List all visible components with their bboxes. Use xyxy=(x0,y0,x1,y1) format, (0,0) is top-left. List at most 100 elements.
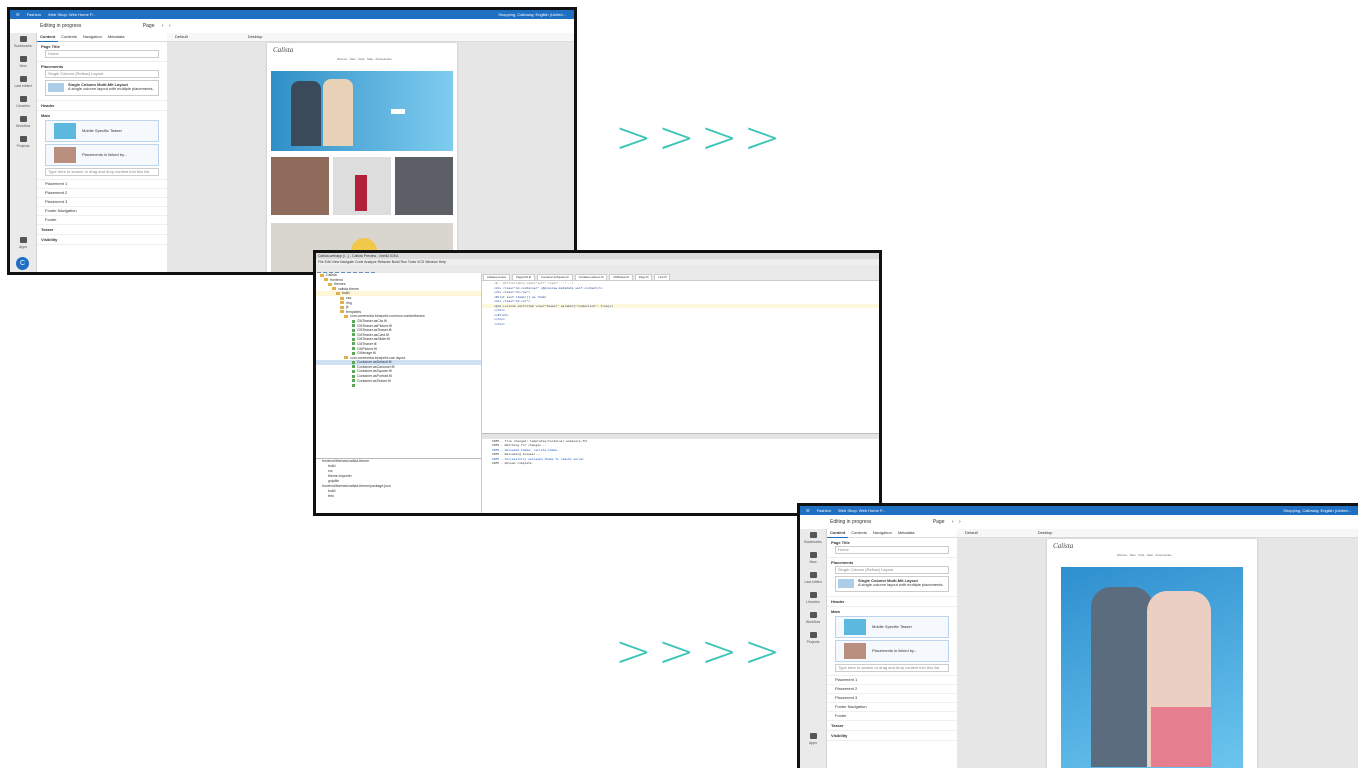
menu-icon[interactable]: ☰ xyxy=(806,508,810,513)
section-placements[interactable]: Placements Single Column (Reflow) Layout… xyxy=(827,558,957,597)
chevron-right-icon[interactable]: › xyxy=(169,23,171,29)
page-title-field[interactable]: Home xyxy=(45,50,159,58)
nav-last-edited[interactable]: Last edited xyxy=(10,73,36,93)
nav-bookmarks[interactable]: Bookmarks xyxy=(800,529,826,549)
section-page-title[interactable]: Page Title Home xyxy=(827,538,957,558)
editor-tab[interactable]: Link.ftl xyxy=(654,274,671,280)
section-header[interactable]: Header xyxy=(37,101,167,111)
preview-toolbar: Default Desktop xyxy=(167,33,574,42)
placement-item[interactable]: Footer Navigation xyxy=(37,207,167,216)
list-item[interactable]: Placements in linked by... xyxy=(835,640,949,662)
editor-tab[interactable]: Page.ftl xyxy=(634,274,653,280)
nav-workflow[interactable]: Workflow xyxy=(800,609,826,629)
tab-fashion[interactable]: Fashion xyxy=(817,508,831,513)
tab-fashion[interactable]: Fashion xyxy=(27,12,41,17)
nav-workflow[interactable]: Workflow xyxy=(10,113,36,133)
section-teaser[interactable]: Teaser xyxy=(827,721,957,731)
placement-item[interactable]: Footer Navigation xyxy=(827,703,957,712)
teaser-image[interactable] xyxy=(333,157,391,215)
tab-navigation[interactable]: Navigation xyxy=(870,529,895,537)
placement-item[interactable]: Placement 3 xyxy=(37,198,167,207)
list-item[interactable]: Mobile Specific Teaser xyxy=(835,616,949,638)
editor-tab[interactable]: CMTeaser.ftl xyxy=(609,274,633,280)
page-tab-title[interactable]: Web Shop: Web Home P... xyxy=(838,508,885,513)
tab-navigation[interactable]: Navigation xyxy=(80,33,105,41)
section-teaser[interactable]: Teaser xyxy=(37,225,167,235)
page-title-field[interactable]: Home xyxy=(835,546,949,554)
apps-grid-icon xyxy=(19,237,27,243)
layout-select[interactable]: Single Column (Reflow) Layout xyxy=(45,70,159,78)
page-button[interactable]: Page xyxy=(933,519,945,525)
tree-node[interactable]: test xyxy=(316,494,481,499)
teaser-image[interactable] xyxy=(271,157,329,215)
section-main[interactable]: Main Mobile Specific Teaser Placements i… xyxy=(37,111,167,180)
placement-item[interactable]: Placement 3 xyxy=(827,694,957,703)
hero-square-image[interactable] xyxy=(1061,567,1243,768)
tab-metadata[interactable]: Metadata xyxy=(895,529,918,537)
nav-projects[interactable]: Projects xyxy=(800,629,826,649)
folder-icon xyxy=(332,287,336,291)
teaser-thumbnail xyxy=(54,123,76,139)
new-icon xyxy=(19,56,27,62)
workflow-icon xyxy=(19,116,27,122)
teaser-thumbnail xyxy=(844,643,866,659)
placement-item[interactable]: Placement 1 xyxy=(37,180,167,189)
page-tab-title[interactable]: Web Shop: Web Home P... xyxy=(48,12,95,17)
section-visibility[interactable]: Visibility xyxy=(827,731,957,741)
nav-apps[interactable]: Apps xyxy=(800,730,826,750)
drop-search-field[interactable]: Type here to search or drag and drop con… xyxy=(835,664,949,672)
folder-icon xyxy=(336,291,340,295)
editor-tab[interactable]: Container.asHero.ftl xyxy=(574,274,608,280)
user-info[interactable]: Shopping, Calloway, English (United... xyxy=(1283,506,1351,515)
placement-item[interactable]: Footer xyxy=(827,712,957,721)
device-select[interactable]: Default xyxy=(965,530,978,535)
nav-apps[interactable]: Apps xyxy=(10,234,36,254)
tab-contexts[interactable]: Contexts xyxy=(848,529,870,537)
nav-projects[interactable]: Projects xyxy=(10,133,36,153)
hero-cta-button[interactable] xyxy=(391,109,405,114)
user-info[interactable]: Shopping, Calloway, English (United... xyxy=(498,10,566,19)
nav-bookmarks[interactable]: Bookmarks xyxy=(10,33,36,53)
section-header[interactable]: Header xyxy=(827,597,957,607)
menu-icon[interactable]: ☰ xyxy=(16,12,20,17)
layout-thumbnail xyxy=(838,579,854,588)
chevron-left-icon[interactable]: ‹ xyxy=(162,23,164,29)
nav-new[interactable]: New xyxy=(800,549,826,569)
drop-search-field[interactable]: Type here to search or drag and drop con… xyxy=(45,168,159,176)
placement-item[interactable]: Placement 2 xyxy=(827,685,957,694)
teaser-image[interactable] xyxy=(395,157,453,215)
section-visibility[interactable]: Visibility xyxy=(37,235,167,245)
page-button[interactable]: Page xyxy=(143,23,155,29)
device-select[interactable]: Default xyxy=(175,34,188,39)
tree-node[interactable] xyxy=(316,383,481,388)
editor-tab[interactable]: Container.asSquare.ftl xyxy=(536,274,573,280)
tab-content[interactable]: Content xyxy=(37,33,59,42)
site-logo: Calista xyxy=(1053,542,1074,550)
section-page-title[interactable]: Page Title Home xyxy=(37,42,167,62)
layout-select[interactable]: Single Column (Reflow) Layout xyxy=(835,566,949,574)
nav-libraries[interactable]: Libraries xyxy=(10,93,36,113)
apps-grid-icon xyxy=(809,733,817,739)
section-placements[interactable]: Placements Single Column (Reflow) Layout… xyxy=(37,62,167,101)
nav-last-edited[interactable]: Last edited xyxy=(800,569,826,589)
placement-item[interactable]: Placement 1 xyxy=(827,676,957,685)
nav-libraries[interactable]: Libraries xyxy=(800,589,826,609)
tab-contexts[interactable]: Contexts xyxy=(58,33,80,41)
tab-content[interactable]: Content xyxy=(827,529,849,538)
editor-tab[interactable]: PageGrid.ftl xyxy=(512,274,535,280)
nav-new[interactable]: New xyxy=(10,53,36,73)
chevron-right-icon[interactable]: › xyxy=(959,519,961,525)
code-editor[interactable]: Calista-preview PageGrid.ftl Container.asS… xyxy=(482,273,879,433)
folder-icon xyxy=(340,305,344,309)
hero-carousel[interactable] xyxy=(271,71,453,151)
section-main[interactable]: Main Mobile Specific Teaser Placements i… xyxy=(827,607,957,676)
teaser-thumbnail xyxy=(54,147,76,163)
placement-item[interactable]: Footer xyxy=(37,216,167,225)
hero-model-woman xyxy=(323,79,353,146)
list-item[interactable]: Mobile Specific Teaser xyxy=(45,120,159,142)
tab-metadata[interactable]: Metadata xyxy=(105,33,128,41)
chevron-left-icon[interactable]: ‹ xyxy=(952,519,954,525)
editor-tab[interactable]: Calista-preview xyxy=(483,274,511,280)
placement-item[interactable]: Placement 2 xyxy=(37,189,167,198)
list-item[interactable]: Placements in linked by... xyxy=(45,144,159,166)
